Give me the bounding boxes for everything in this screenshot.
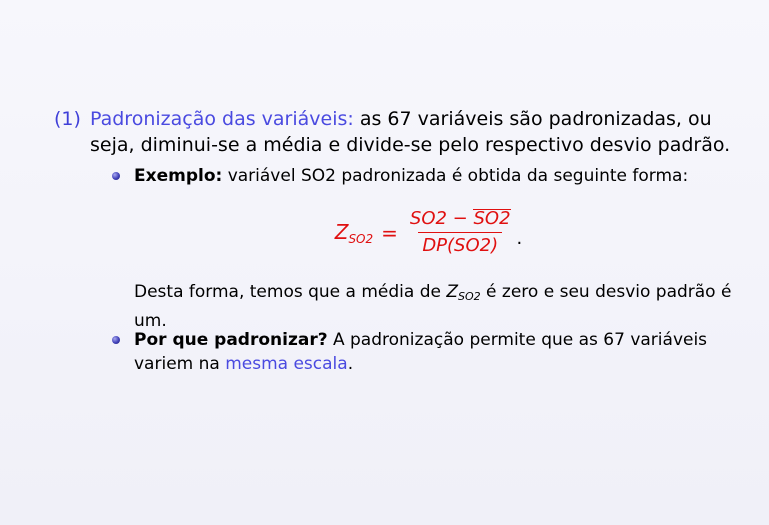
bullet-exemplo-body: variável SO2 padronizada é obtida da seg… [222, 166, 689, 186]
bullet-exemplo-text: Exemplo: variável SO2 padronizada é obti… [134, 164, 722, 188]
slide: (1) Padronização das variáveis: as 67 va… [0, 0, 769, 525]
para-before: Desta forma, temos que a média de [134, 282, 447, 302]
formula-lhs-var: Z [334, 219, 349, 244]
item-title: Padronização das variáveis: [90, 108, 354, 130]
bullet-exemplo: Exemplo: variável SO2 padronizada é obti… [112, 164, 722, 188]
para-z-sub: SO2 [458, 290, 481, 303]
formula-content: ZSO2 = SO2 − SO2 DP(SO2) . [335, 208, 523, 257]
bullet-icon [112, 172, 120, 180]
formula-period: . [516, 228, 523, 249]
bullet-exemplo-label: Exemplo: [134, 166, 223, 186]
standardization-formula: ZSO2 = SO2 − SO2 DP(SO2) . [0, 208, 769, 257]
bullet-por-que-text: Por que padronizar? A padronização permi… [134, 328, 722, 376]
enumerated-item-1: (1) Padronização das variáveis: as 67 va… [54, 106, 734, 158]
formula-equals: = [381, 220, 398, 245]
formula-mean-bar: SO2 [473, 208, 511, 229]
bullet-por-que: Por que padronizar? A padronização permi… [112, 328, 722, 376]
bullet-por-que-end: . [347, 354, 354, 374]
bullet-icon [112, 336, 120, 344]
formula-denominator: DP(SO2) [418, 232, 503, 257]
bullet-por-que-label: Por que padronizar? [134, 330, 328, 350]
item-number: (1) [54, 108, 81, 130]
explanation-paragraph: Desta forma, temos que a média de ZSO2 é… [134, 280, 734, 333]
formula-numerator-left: SO2 − [409, 208, 474, 229]
formula-lhs: ZSO2 [335, 220, 373, 246]
para-z-var: Z [446, 282, 459, 302]
item-body: Padronização das variáveis: as 67 variáv… [90, 106, 734, 158]
formula-den-dp: DP [422, 235, 448, 256]
formula-lhs-sub: SO2 [348, 231, 374, 246]
formula-numerator: SO2 − SO2 [406, 208, 515, 232]
formula-fraction: SO2 − SO2 DP(SO2) [406, 208, 515, 257]
formula-den-arg: (SO2) [447, 235, 499, 256]
bullet-por-que-highlight: mesma escala [225, 354, 348, 374]
